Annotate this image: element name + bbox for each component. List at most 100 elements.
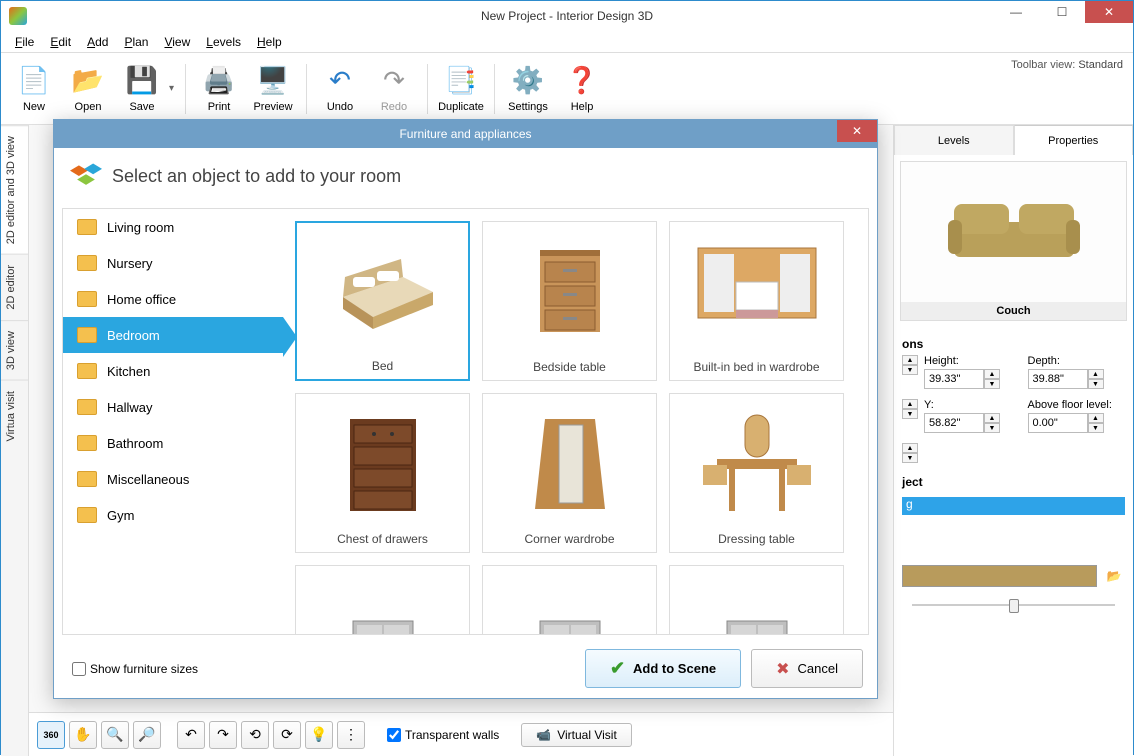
zoom-in-button[interactable]: 🔎 [133, 721, 161, 749]
tab-properties[interactable]: Properties [1014, 125, 1134, 155]
category-nursery[interactable]: Nursery [63, 245, 283, 281]
dialog-close-button[interactable]: ✕ [837, 120, 877, 142]
preview-button[interactable]: 🖥️Preview [246, 57, 300, 121]
open-button[interactable]: 📂Open [61, 57, 115, 121]
more-button[interactable]: ⋮ [337, 721, 365, 749]
light-button[interactable]: 💡 [305, 721, 333, 749]
menu-help[interactable]: Help [249, 33, 290, 51]
save-dropdown[interactable]: ▾ [169, 83, 179, 94]
duplicate-icon: 📑 [445, 65, 477, 97]
category-bathroom[interactable]: Bathroom [63, 425, 283, 461]
print-button[interactable]: 🖨️Print [192, 57, 246, 121]
category-living-room[interactable]: Living room [63, 209, 283, 245]
category-home-office[interactable]: Home office [63, 281, 283, 317]
save-icon: 💾 [126, 65, 158, 97]
scale-slider[interactable] [912, 597, 1115, 613]
furniture-item-cabinet3[interactable] [669, 565, 844, 634]
menu-file[interactable]: File [7, 33, 42, 51]
help-button[interactable]: ❓Help [555, 57, 609, 121]
slider-thumb[interactable] [1009, 599, 1019, 613]
save-button[interactable]: 💾Save [115, 57, 169, 121]
tab-2d[interactable]: 2D editor [1, 254, 28, 320]
category-bedroom[interactable]: Bedroom [63, 317, 283, 353]
menu-edit[interactable]: Edit [42, 33, 79, 51]
category-gym[interactable]: Gym [63, 497, 283, 533]
dresser-icon [302, 400, 463, 528]
tab-3d[interactable]: 3D view [1, 320, 28, 380]
furniture-item-chest-of-drawers[interactable]: Chest of drawers [295, 393, 470, 553]
depth-label: Depth: [1028, 355, 1126, 367]
height-input[interactable] [924, 369, 984, 389]
spinner[interactable]: ▲▼ [902, 399, 918, 433]
browse-material-button[interactable]: 📂 [1103, 567, 1125, 585]
tab-2d-3d[interactable]: 2D editor and 3D view [1, 125, 28, 254]
add-to-scene-button[interactable]: ✔ Add to Scene [585, 649, 741, 688]
check-icon: ✔ [610, 658, 625, 679]
transparent-walls-checkbox[interactable]: Transparent walls [387, 728, 499, 742]
furniture-item-corner-wardrobe[interactable]: Corner wardrobe [482, 393, 657, 553]
object-select-row[interactable]: g [902, 497, 1125, 515]
furniture-item-built-in-bed-in-wardrobe[interactable]: Built-in bed in wardrobe [669, 221, 844, 381]
orbit-left-button[interactable]: ⟲ [241, 721, 269, 749]
furniture-item-bed[interactable]: Bed [295, 221, 470, 381]
menu-plan[interactable]: Plan [116, 33, 156, 51]
main-toolbar: 📄New 📂Open 💾Save ▾ 🖨️Print 🖥️Preview ↶Un… [1, 53, 1133, 125]
depth-input[interactable] [1028, 369, 1088, 389]
furniture-item-bedside-table[interactable]: Bedside table [482, 221, 657, 381]
viewport-toolbar: 360 ✋ 🔍 🔎 ↶ ↷ ⟲ ⟳ 💡 ⋮ Transparent walls … [29, 712, 893, 756]
orbit-right-button[interactable]: ⟳ [273, 721, 301, 749]
nightstand-icon [489, 228, 650, 356]
menu-view[interactable]: View [156, 33, 198, 51]
camera-icon: 📹 [536, 728, 551, 742]
rotate-left-button[interactable]: ↶ [177, 721, 205, 749]
dialog-footer: Show furniture sizes ✔ Add to Scene ✖ Ca… [54, 639, 877, 698]
cabinet3-icon [676, 572, 837, 634]
category-miscellaneous[interactable]: Miscellaneous [63, 461, 283, 497]
spinner[interactable]: ▲▼ [984, 413, 1000, 433]
menu-levels[interactable]: Levels [198, 33, 249, 51]
minimize-button[interactable]: — [993, 1, 1039, 23]
zoom-out-icon: 🔍 [106, 726, 123, 743]
furniture-item-dressing-table[interactable]: Dressing table [669, 393, 844, 553]
close-button[interactable]: ✕ [1085, 1, 1133, 23]
cabinet2-icon [489, 572, 650, 634]
material-swatch[interactable] [902, 565, 1097, 587]
category-kitchen[interactable]: Kitchen [63, 353, 283, 389]
pan-button[interactable]: ✋ [69, 721, 97, 749]
folder-icon [77, 327, 97, 343]
window-title: New Project - Interior Design 3D [1, 9, 1133, 23]
view-360-button[interactable]: 360 [37, 721, 65, 749]
folder-icon [77, 219, 97, 235]
spinner[interactable]: ▲▼ [984, 369, 1000, 389]
furniture-item-cabinet1[interactable] [295, 565, 470, 634]
tab-levels[interactable]: Levels [894, 125, 1014, 155]
toolbar-view-link[interactable]: Standard [1078, 59, 1123, 71]
furniture-item-cabinet2[interactable] [482, 565, 657, 634]
furniture-dialog: Furniture and appliances ✕ Select an obj… [53, 119, 878, 699]
zoom-out-button[interactable]: 🔍 [101, 721, 129, 749]
virtual-visit-button[interactable]: 📹Virtual Visit [521, 723, 632, 747]
zoom-in-icon: 🔎 [138, 726, 155, 743]
toolbar-separator [185, 64, 186, 114]
dialog-titlebar: Furniture and appliances ✕ [54, 120, 877, 148]
y-input[interactable] [924, 413, 984, 433]
spinner[interactable]: ▲▼ [902, 443, 918, 463]
item-grid[interactable]: BedBedside tableBuilt-in bed in wardrobe… [283, 209, 868, 634]
redo-button[interactable]: ↷Redo [367, 57, 421, 121]
category-hallway[interactable]: Hallway [63, 389, 283, 425]
spinner[interactable]: ▲▼ [902, 355, 918, 389]
above-input[interactable] [1028, 413, 1088, 433]
show-sizes-checkbox[interactable]: Show furniture sizes [72, 662, 198, 676]
spinner[interactable]: ▲▼ [1088, 369, 1104, 389]
tab-visit[interactable]: Virtua visit [1, 380, 28, 452]
menu-add[interactable]: Add [79, 33, 116, 51]
duplicate-button[interactable]: 📑Duplicate [434, 57, 488, 121]
maximize-button[interactable]: ☐ [1039, 1, 1085, 23]
right-tabs: Levels Properties [894, 125, 1133, 155]
settings-button[interactable]: ⚙️Settings [501, 57, 555, 121]
cancel-button[interactable]: ✖ Cancel [751, 649, 863, 688]
undo-button[interactable]: ↶Undo [313, 57, 367, 121]
rotate-right-button[interactable]: ↷ [209, 721, 237, 749]
spinner[interactable]: ▲▼ [1088, 413, 1104, 433]
new-button[interactable]: 📄New [7, 57, 61, 121]
